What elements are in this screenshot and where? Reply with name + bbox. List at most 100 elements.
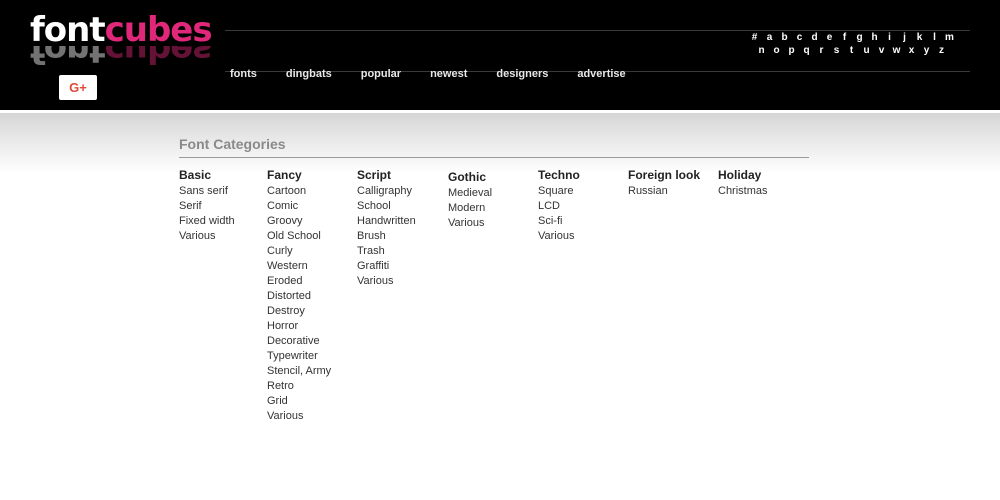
category-link[interactable]: Grid (267, 394, 331, 409)
google-plus-button[interactable]: G+ (59, 75, 97, 100)
category-link[interactable]: Retro (267, 379, 331, 394)
alphabet-link[interactable]: a (762, 32, 777, 45)
alphabet-link[interactable]: w (889, 45, 904, 58)
alphabet-link[interactable]: t (844, 45, 859, 58)
category-link[interactable]: Distorted (267, 289, 331, 304)
category-link[interactable]: Various (179, 229, 235, 244)
category-link[interactable]: Sci-fi (538, 214, 580, 229)
category-link[interactable]: Stencil, Army (267, 364, 331, 379)
category-title[interactable]: Fancy (267, 167, 331, 183)
nav-advertise[interactable]: advertise (577, 68, 625, 80)
site-header: fontcubes fontcubes G+ fonts dingbats po… (0, 0, 1000, 110)
alphabet-link[interactable]: s (829, 45, 844, 58)
alphabet-link[interactable]: u (859, 45, 874, 58)
category-link[interactable]: Calligraphy (357, 184, 416, 199)
category-link[interactable]: Various (538, 229, 580, 244)
category-column: Script Calligraphy School Handwritten Brush T… (357, 167, 416, 289)
category-link[interactable]: LCD (538, 199, 580, 214)
alphabet-link[interactable]: # (747, 32, 762, 45)
category-link[interactable]: Serif (179, 199, 235, 214)
category-link[interactable]: Groovy (267, 214, 331, 229)
category-link[interactable]: Horror (267, 319, 331, 334)
category-link[interactable]: Various (448, 216, 492, 231)
alphabet-link[interactable]: e (822, 32, 837, 45)
category-link[interactable]: Handwritten (357, 214, 416, 229)
alphabet-link[interactable]: f (837, 32, 852, 45)
main-nav: fonts dingbats popular newest designers … (230, 68, 655, 80)
section-divider (179, 157, 809, 158)
alphabet-index: # a b c d e f g h i j k l m nopqrstuvwxyz (727, 32, 957, 58)
category-title[interactable]: Basic (179, 167, 235, 183)
category-link[interactable]: Eroded (267, 274, 331, 289)
alphabet-link[interactable]: y (919, 45, 934, 58)
logo-reflection-font: font (30, 46, 105, 70)
alphabet-link[interactable]: o (769, 45, 784, 58)
alphabet-link[interactable]: q (799, 45, 814, 58)
category-link[interactable]: Cartoon (267, 184, 331, 199)
category-link[interactable]: Curly (267, 244, 331, 259)
category-link[interactable]: Russian (628, 184, 700, 199)
category-title[interactable]: Holiday (718, 167, 768, 183)
alphabet-link[interactable]: k (912, 32, 927, 45)
category-link[interactable]: Typewriter (267, 349, 331, 364)
category-column: Holiday Christmas (718, 167, 768, 199)
alphabet-link[interactable]: d (807, 32, 822, 45)
alphabet-link[interactable]: z (934, 45, 949, 58)
content-top-gradient (0, 113, 1000, 173)
alphabet-link[interactable]: c (792, 32, 807, 45)
category-link[interactable]: Various (357, 274, 416, 289)
logo-text-font: font (30, 10, 106, 50)
category-link[interactable]: Various (267, 409, 331, 424)
alphabet-link[interactable]: g (852, 32, 867, 45)
alphabet-row-1: # a b c d e f g h i j k l m (727, 32, 957, 45)
alphabet-row-2: nopqrstuvwxyz (727, 45, 949, 58)
logo-reflection: fontcubes (30, 46, 212, 70)
alphabet-link[interactable]: x (904, 45, 919, 58)
category-column: Fancy Cartoon Comic Groovy Old School Curly We… (267, 167, 331, 424)
alphabet-link[interactable]: n (754, 45, 769, 58)
alphabet-link[interactable]: b (777, 32, 792, 45)
category-title[interactable]: Techno (538, 167, 580, 183)
category-column: Basic Sans serif Serif Fixed width Various (179, 167, 235, 244)
nav-designers[interactable]: designers (496, 68, 548, 80)
nav-fonts[interactable]: fonts (230, 68, 257, 80)
category-column: Gothic Medieval Modern Various (448, 169, 492, 231)
category-link[interactable]: Trash (357, 244, 416, 259)
alphabet-link[interactable]: p (784, 45, 799, 58)
category-title[interactable]: Script (357, 167, 416, 183)
logo-text-cubes: cubes (104, 10, 213, 50)
nav-popular[interactable]: popular (361, 68, 401, 80)
category-link[interactable]: Sans serif (179, 184, 235, 199)
category-link[interactable]: Christmas (718, 184, 768, 199)
header-divider-top (225, 30, 970, 31)
category-link[interactable]: Brush (357, 229, 416, 244)
category-column: Foreign look Russian (628, 167, 700, 199)
alphabet-link[interactable]: l (927, 32, 942, 45)
category-title[interactable]: Gothic (448, 169, 492, 185)
alphabet-link[interactable]: r (814, 45, 829, 58)
category-link[interactable]: Graffiti (357, 259, 416, 274)
category-link[interactable]: Comic (267, 199, 331, 214)
category-title[interactable]: Foreign look (628, 167, 700, 183)
category-link[interactable]: Medieval (448, 186, 492, 201)
category-link[interactable]: Decorative (267, 334, 331, 349)
category-link[interactable]: Destroy (267, 304, 331, 319)
nav-dingbats[interactable]: dingbats (286, 68, 332, 80)
category-link[interactable]: Square (538, 184, 580, 199)
category-link[interactable]: Modern (448, 201, 492, 216)
alphabet-link[interactable]: m (942, 32, 957, 45)
fontcubes-logo[interactable]: fontcubes fontcubes (30, 10, 213, 74)
category-column: Techno Square LCD Sci-fi Various (538, 167, 580, 244)
category-link[interactable]: Fixed width (179, 214, 235, 229)
category-link[interactable]: Old School (267, 229, 331, 244)
section-title: Font Categories (179, 136, 286, 152)
category-link[interactable]: School (357, 199, 416, 214)
alphabet-link[interactable]: v (874, 45, 889, 58)
alphabet-link[interactable]: h (867, 32, 882, 45)
alphabet-link[interactable]: i (882, 32, 897, 45)
logo-reflection-cubes: cubes (104, 46, 212, 70)
alphabet-link[interactable]: j (897, 32, 912, 45)
category-link[interactable]: Western (267, 259, 331, 274)
logo-text: fontcubes (30, 10, 213, 50)
nav-newest[interactable]: newest (430, 68, 467, 80)
